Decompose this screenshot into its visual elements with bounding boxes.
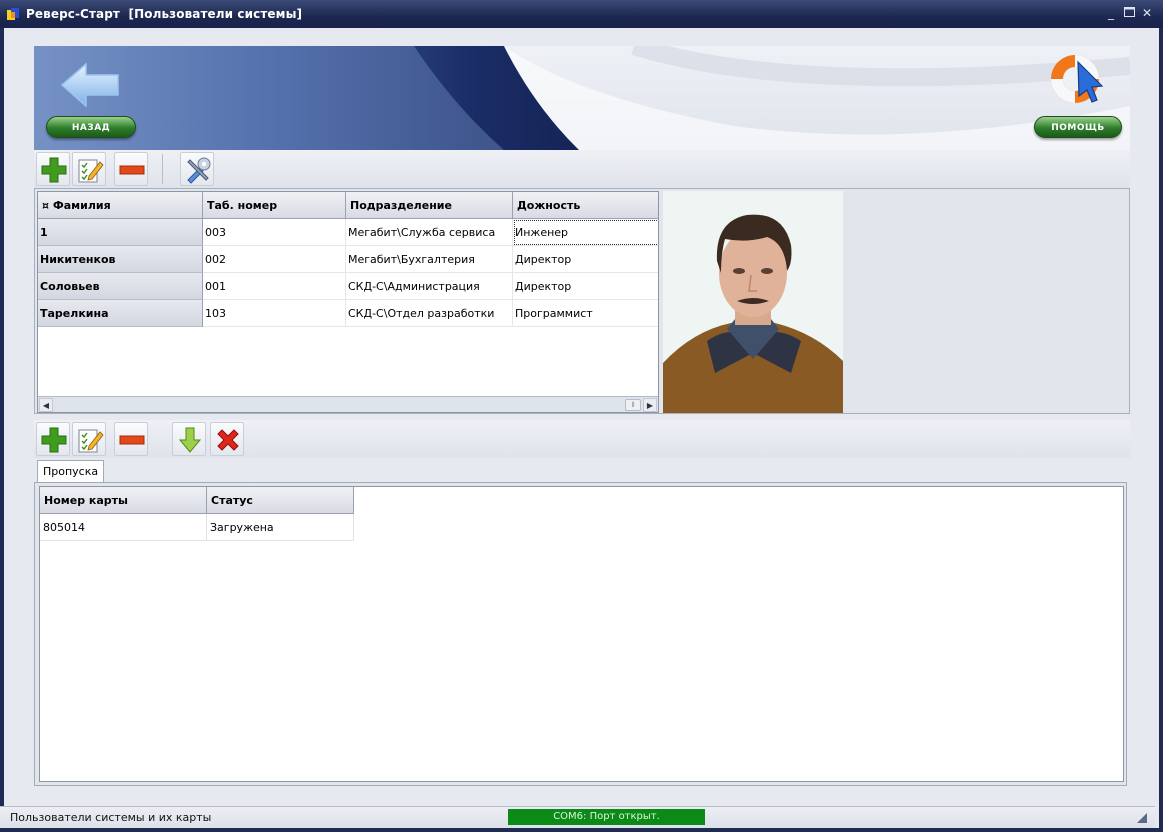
help-button[interactable]: ПОМОЩЬ xyxy=(1034,116,1122,138)
scroll-left-icon[interactable]: ◀ xyxy=(39,398,53,412)
column-header-tab-number[interactable]: Таб. номер xyxy=(203,192,346,219)
cell-department[interactable]: СКД-С\Администрация xyxy=(346,273,513,300)
table-row[interactable]: Тарелкина 103 СКД-С\Отдел разработки Про… xyxy=(38,300,658,327)
download-icon xyxy=(178,427,202,453)
cell-position[interactable]: Директор xyxy=(513,246,658,273)
cell-tab-number[interactable]: 103 xyxy=(203,300,346,327)
cell-surname[interactable]: Тарелкина xyxy=(38,300,203,327)
scroll-thumb[interactable]: ⦀ xyxy=(625,399,641,411)
resize-grip-icon[interactable] xyxy=(1137,813,1147,823)
load-card-button[interactable] xyxy=(172,422,206,456)
users-toolbar xyxy=(34,150,1130,188)
cards-toolbar xyxy=(34,420,1130,458)
cell-position[interactable]: Программист xyxy=(513,300,658,327)
status-bar: Пользователи системы и их карты COM6: По… xyxy=(0,806,1155,828)
maximize-icon[interactable] xyxy=(1122,6,1136,20)
column-header-department[interactable]: Подразделение xyxy=(346,192,513,219)
back-button[interactable]: НАЗАД xyxy=(46,116,136,138)
cell-surname[interactable]: Никитенков xyxy=(38,246,203,273)
users-grid[interactable]: ¤ Фамилия Таб. номер Подразделение Дожно… xyxy=(37,191,659,413)
cell-tab-number[interactable]: 003 xyxy=(203,219,346,246)
horizontal-scrollbar[interactable]: ◀ ⦀ ▶ xyxy=(38,396,658,412)
scroll-right-icon[interactable]: ▶ xyxy=(643,398,657,412)
column-header-surname[interactable]: ¤ Фамилия xyxy=(38,192,203,219)
edit-icon xyxy=(78,159,104,183)
minus-icon xyxy=(119,165,145,175)
cell-card-number[interactable]: 805014 xyxy=(40,514,207,541)
table-row[interactable]: Соловьев 001 СКД-С\Администрация Директо… xyxy=(38,273,658,300)
cell-position[interactable]: Директор xyxy=(513,273,658,300)
cell-card-status[interactable]: Загружена xyxy=(207,514,354,541)
status-text: Пользователи системы и их карты xyxy=(10,811,212,824)
cell-department[interactable]: СКД-С\Отдел разработки xyxy=(346,300,513,327)
cell-tab-number[interactable]: 002 xyxy=(203,246,346,273)
remove-card-button[interactable] xyxy=(210,422,244,456)
help-lifebuoy-icon[interactable] xyxy=(1048,50,1108,108)
cards-tab-control: Пропуска Номер карты Статус 805014 Загру… xyxy=(34,458,1130,788)
window-title: Реверс-Старт [Пользователи системы] xyxy=(26,7,303,21)
cell-department[interactable]: Мегабит\Бухгалтерия xyxy=(346,246,513,273)
close-icon[interactable]: ✕ xyxy=(1140,6,1154,20)
plus-icon xyxy=(41,427,67,453)
app-icon xyxy=(7,8,19,20)
cell-surname[interactable]: 1 xyxy=(38,219,203,246)
header-banner: НАЗАД ПОМОЩЬ xyxy=(34,46,1130,150)
cell-position[interactable]: Инженер xyxy=(513,219,658,246)
edit-card-button[interactable] xyxy=(72,422,106,456)
edit-user-button[interactable] xyxy=(72,152,106,186)
column-header-card-number[interactable]: Номер карты xyxy=(40,487,207,514)
plus-icon xyxy=(41,157,67,183)
minimize-icon[interactable]: _ xyxy=(1104,6,1118,20)
column-header-status[interactable]: Статус xyxy=(207,487,354,514)
toolbar-separator xyxy=(162,154,163,184)
cards-grid[interactable]: Номер карты Статус 805014 Загружена xyxy=(39,486,1124,782)
user-portrait-image xyxy=(663,191,843,413)
table-row[interactable]: Никитенков 002 Мегабит\Бухгалтерия Дирек… xyxy=(38,246,658,273)
table-row[interactable]: 1 003 Мегабит\Служба сервиса Инженер xyxy=(38,219,658,246)
add-user-button[interactable] xyxy=(36,152,70,186)
tools-icon xyxy=(187,157,211,184)
cell-department[interactable]: Мегабит\Служба сервиса xyxy=(346,219,513,246)
cell-tab-number[interactable]: 001 xyxy=(203,273,346,300)
tab-panel: Номер карты Статус 805014 Загружена xyxy=(34,482,1127,786)
delete-card-button[interactable] xyxy=(114,422,148,456)
user-photo xyxy=(663,191,843,413)
edit-icon xyxy=(78,429,104,453)
back-arrow-icon[interactable] xyxy=(60,62,122,108)
cell-surname[interactable]: Соловьев xyxy=(38,273,203,300)
tab-passes[interactable]: Пропуска xyxy=(37,460,105,482)
column-header-position[interactable]: Дожность xyxy=(513,192,658,219)
title-bar[interactable]: Реверс-Старт [Пользователи системы] _ ✕ xyxy=(0,0,1163,28)
add-card-button[interactable] xyxy=(36,422,70,456)
port-status-badge: COM6: Порт открыт. xyxy=(508,809,705,825)
minus-icon xyxy=(119,435,145,445)
header-swoosh xyxy=(34,46,1130,150)
settings-button[interactable] xyxy=(180,152,214,186)
users-panel: ¤ Фамилия Таб. номер Подразделение Дожно… xyxy=(34,188,1130,414)
delete-user-button[interactable] xyxy=(114,152,148,186)
delete-icon xyxy=(217,429,239,451)
